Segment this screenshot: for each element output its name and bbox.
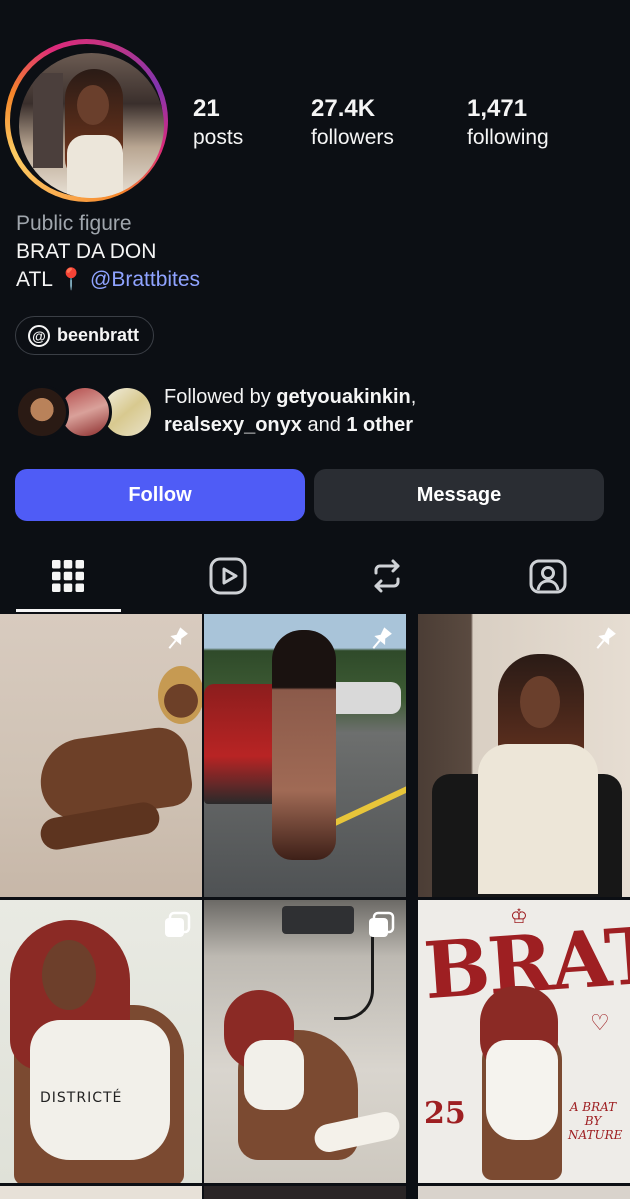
post-thumbnail[interactable] <box>0 1186 202 1199</box>
post-bodysuit <box>244 1040 304 1110</box>
tagged-icon <box>529 559 567 594</box>
and-text: and <box>301 414 347 436</box>
tab-reposts[interactable] <box>366 555 408 597</box>
reels-icon <box>209 557 247 595</box>
heart-icon: ♡ <box>590 1010 610 1035</box>
avatar-face <box>77 85 109 125</box>
post-bodysuit <box>486 1040 558 1140</box>
post-thumbnail[interactable] <box>0 614 202 897</box>
avatar-gap <box>10 44 164 198</box>
profile-category: Public figure <box>16 212 132 235</box>
followed-by-prefix: Followed by <box>164 386 277 408</box>
stat-following-value: 1,471 <box>467 95 528 122</box>
mutual-avatar[interactable] <box>15 385 69 439</box>
post-thumbnail[interactable] <box>204 614 406 897</box>
threads-badge[interactable]: @ beenbratt <box>15 316 155 355</box>
stat-following[interactable]: 1,471 following <box>467 94 549 152</box>
stat-posts-label: posts <box>193 126 244 149</box>
post-cable <box>334 930 374 1020</box>
threads-handle: beenbratt <box>57 325 140 345</box>
tab-reels[interactable] <box>207 555 249 597</box>
mutual-others: 1 other <box>346 414 414 436</box>
follow-button[interactable]: Follow <box>15 469 305 521</box>
avatar-dress <box>67 135 123 198</box>
bio-mention-link[interactable]: @Brattbites <box>90 268 200 291</box>
bio-location-line: ATL 📍 @Brattbites <box>16 268 200 292</box>
reposts-icon <box>374 559 400 593</box>
tab-tagged[interactable] <box>527 555 569 597</box>
post-face <box>42 940 96 1010</box>
location-text: ATL <box>16 268 53 291</box>
followed-by-text[interactable]: Followed by getyouakinkin, realsexy_onyx … <box>164 383 624 439</box>
post-figure <box>272 630 336 860</box>
post-thumbnail[interactable] <box>418 1186 630 1199</box>
post-dress <box>478 744 598 894</box>
bodysuit-brand-text: DISTRICTÉ <box>40 1090 123 1106</box>
stat-posts[interactable]: 21 posts <box>193 94 243 152</box>
threads-icon: @ <box>28 324 50 347</box>
message-button[interactable]: Message <box>314 469 604 521</box>
comma: , <box>410 386 417 408</box>
stat-followers-value: 27.4K <box>311 95 376 122</box>
pin-icon <box>372 627 392 649</box>
post-thumbnail[interactable] <box>204 900 406 1183</box>
poster-number: 25 <box>424 1096 466 1131</box>
grid-icon <box>52 560 84 592</box>
stat-followers-label: followers <box>311 126 394 149</box>
poster-tagline: A BRAT BY NATURE <box>568 1100 623 1142</box>
post-thumbnail[interactable] <box>204 1186 406 1199</box>
post-face <box>520 676 560 728</box>
post-thumbnail[interactable] <box>418 614 630 897</box>
mutual-user-1: getyouakinkin <box>276 386 411 408</box>
pin-icon <box>596 627 616 649</box>
post-thumbnail[interactable]: DISTRICTÉ <box>0 900 202 1183</box>
stat-posts-value: 21 <box>193 95 220 122</box>
mutual-user-2: realsexy_onyx <box>164 414 302 436</box>
pin-icon <box>168 627 188 649</box>
active-tab-indicator <box>16 609 121 612</box>
post-car-white <box>326 682 401 714</box>
post-thumbnail[interactable]: ♔ BRAT ♡ 25 A BRAT BY NATURE <box>418 900 630 1183</box>
stat-following-label: following <box>467 126 549 149</box>
stat-followers[interactable]: 27.4K followers <box>311 94 394 152</box>
pin-emoji-icon: 📍 <box>58 268 85 291</box>
profile-avatar[interactable] <box>19 53 164 198</box>
avatar-bg-door <box>33 73 63 168</box>
tab-posts[interactable] <box>47 555 89 597</box>
carousel-icon <box>165 911 191 937</box>
carousel-icon <box>369 911 395 937</box>
posts-grid: DISTRICTÉ ♔ BRAT ♡ 25 A BRAT BY NATURE <box>0 614 630 1199</box>
profile-name: BRAT DA DON <box>16 240 157 263</box>
post-figure-head <box>158 666 202 724</box>
story-ring[interactable] <box>5 39 168 202</box>
